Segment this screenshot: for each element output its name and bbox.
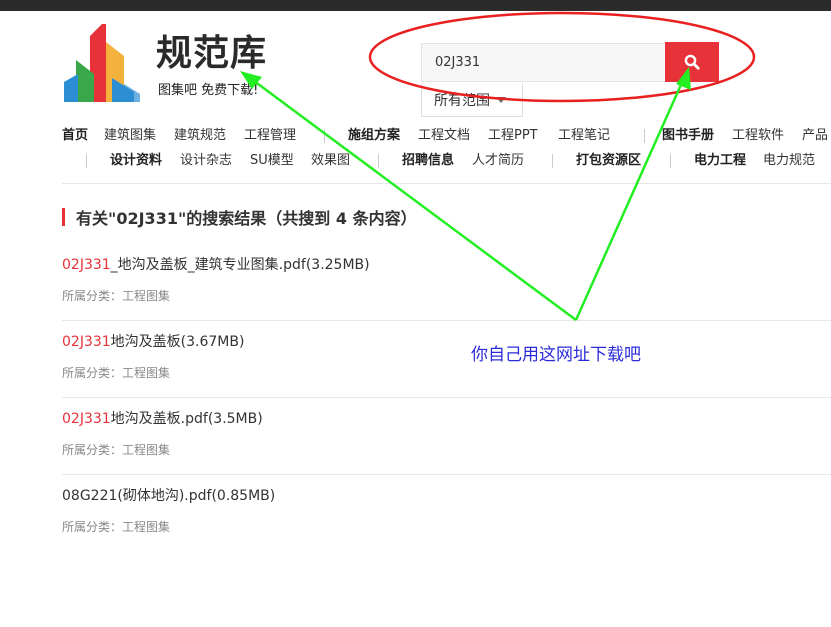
logo-buildings-icon bbox=[64, 24, 140, 102]
nav-item[interactable]: 电力规范 bbox=[763, 152, 815, 170]
nav-item[interactable]: 工程PPT bbox=[488, 127, 538, 145]
annotation-text: 你自己用这网址下载吧 bbox=[471, 345, 641, 365]
nav-item[interactable]: 建筑图集 bbox=[104, 127, 156, 145]
nav-item[interactable]: 电力工程 bbox=[694, 152, 746, 170]
nav-separator bbox=[552, 154, 553, 168]
result-title-highlight: 02J331 bbox=[62, 334, 111, 350]
result-title-rest: _地沟及盖板_建筑专业图集.pdf(3.25MB) bbox=[110, 257, 370, 273]
nav-separator bbox=[86, 154, 87, 168]
nav-item[interactable]: 图书手册 bbox=[662, 127, 714, 145]
logo-slogan: 图集吧 免费下载! bbox=[158, 83, 259, 98]
result-category: 所属分类：工程图集 bbox=[62, 366, 171, 380]
nav-separator bbox=[378, 154, 379, 168]
nav-item[interactable]: 产品 bbox=[802, 127, 828, 145]
nav-item[interactable]: 工程管理 bbox=[244, 127, 296, 145]
nav-item[interactable]: 人才简历 bbox=[472, 152, 524, 170]
heading-accent-bar bbox=[62, 208, 65, 226]
scope-label: 所有范围 bbox=[434, 92, 490, 109]
nav-item[interactable]: 施组方案 bbox=[348, 127, 400, 145]
nav-item[interactable]: 设计资料 bbox=[110, 152, 162, 170]
result-title-highlight: 02J331 bbox=[62, 411, 111, 427]
nav-item[interactable]: SU模型 bbox=[250, 152, 294, 170]
nav-divider bbox=[62, 183, 831, 184]
nav-item[interactable]: 首页 bbox=[62, 127, 88, 145]
nav-separator bbox=[670, 154, 671, 168]
nav-item[interactable]: 工程文档 bbox=[418, 127, 470, 145]
row-divider bbox=[62, 397, 831, 398]
browser-top-bar bbox=[0, 0, 831, 11]
nav-item[interactable]: 效果图 bbox=[311, 152, 350, 170]
nav-item[interactable]: 设计杂志 bbox=[180, 152, 232, 170]
row-divider bbox=[62, 474, 831, 475]
result-title-link[interactable]: 02J331地沟及盖板(3.67MB) bbox=[62, 332, 831, 352]
nav-item[interactable]: 招聘信息 bbox=[402, 152, 454, 170]
search-input[interactable] bbox=[421, 43, 666, 82]
nav-item[interactable]: 打包资源区 bbox=[576, 152, 641, 170]
nav-separator bbox=[644, 129, 645, 143]
result-title-rest: 地沟及盖板.pdf(3.5MB) bbox=[110, 411, 263, 427]
result-category: 所属分类：工程图集 bbox=[62, 443, 171, 457]
result-title-rest: 地沟及盖板(3.67MB) bbox=[110, 334, 245, 350]
result-category: 所属分类：工程图集 bbox=[62, 289, 171, 303]
nav-item[interactable]: 建筑规范 bbox=[174, 127, 226, 145]
result-item: 02J331地沟及盖板.pdf(3.5MB) 所属分类：工程图集 bbox=[62, 409, 831, 457]
result-title-highlight: 02J331 bbox=[62, 257, 111, 273]
result-item: 08G221(砌体地沟).pdf(0.85MB) 所属分类：工程图集 bbox=[62, 486, 831, 534]
nav-item[interactable]: 工程笔记 bbox=[558, 127, 610, 145]
magnifier-icon bbox=[684, 54, 700, 70]
caret-down-icon bbox=[496, 96, 506, 103]
results-heading: 有关"02J331"的搜索结果（共搜到 4 条内容） bbox=[62, 206, 417, 228]
nav-item[interactable]: 工程软件 bbox=[732, 127, 784, 145]
results-heading-text: 有关"02J331"的搜索结果（共搜到 4 条内容） bbox=[76, 209, 417, 228]
result-item: 02J331_地沟及盖板_建筑专业图集.pdf(3.25MB) 所属分类：工程图… bbox=[62, 255, 831, 303]
result-title-link[interactable]: 02J331_地沟及盖板_建筑专业图集.pdf(3.25MB) bbox=[62, 255, 831, 275]
nav-separator bbox=[324, 129, 325, 143]
result-title-link[interactable]: 02J331地沟及盖板.pdf(3.5MB) bbox=[62, 409, 831, 429]
row-divider bbox=[62, 320, 831, 321]
site-logo[interactable]: 规范库 图集吧 免费下载! bbox=[62, 22, 292, 104]
result-category: 所属分类：工程图集 bbox=[62, 520, 171, 534]
search-button[interactable] bbox=[665, 42, 719, 82]
result-title-link[interactable]: 08G221(砌体地沟).pdf(0.85MB) bbox=[62, 486, 831, 506]
result-item: 02J331地沟及盖板(3.67MB) 所属分类：工程图集 bbox=[62, 332, 831, 380]
search-scope-select[interactable]: 所有范围 bbox=[421, 83, 523, 117]
logo-name: 规范库 bbox=[156, 33, 268, 74]
result-title-rest: 08G221(砌体地沟).pdf(0.85MB) bbox=[62, 488, 276, 504]
